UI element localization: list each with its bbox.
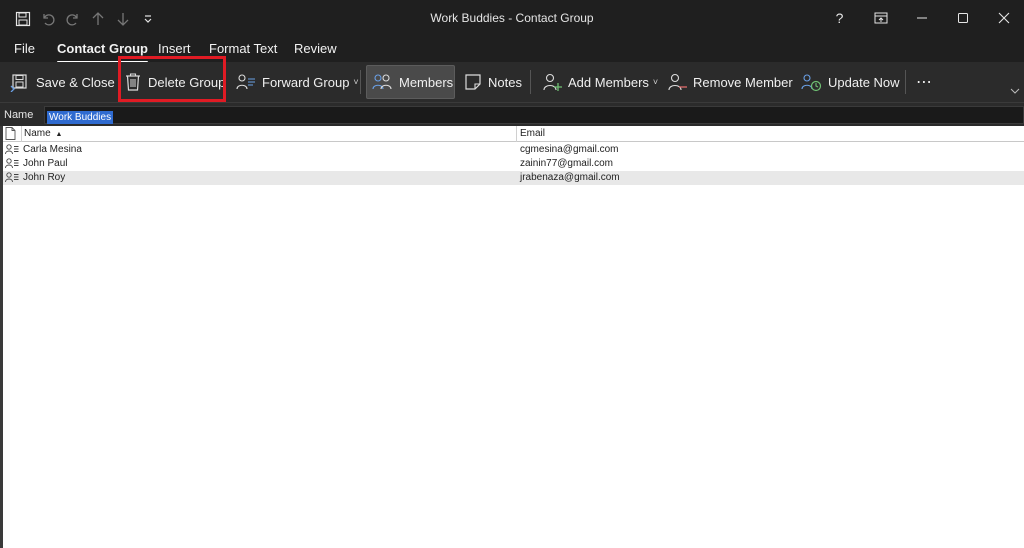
add-members-button[interactable]: Add Members ˅ bbox=[538, 65, 662, 99]
restore-ribbon-icon[interactable] bbox=[860, 0, 901, 36]
ribbon-separator bbox=[905, 70, 906, 94]
update-now-button[interactable]: Update Now bbox=[796, 65, 904, 99]
menu-tabs: File Contact Group Insert Format Text Re… bbox=[0, 36, 1024, 64]
tab-format-text[interactable]: Format Text bbox=[209, 41, 277, 61]
tab-review[interactable]: Review bbox=[294, 41, 337, 61]
members-button[interactable]: Members bbox=[366, 65, 455, 99]
delete-group-label: Delete Group bbox=[148, 74, 226, 90]
forward-group-label: Forward Group bbox=[262, 74, 350, 90]
notes-icon bbox=[465, 74, 481, 90]
add-member-icon bbox=[543, 73, 562, 91]
members-label: Members bbox=[399, 74, 454, 90]
member-email: cgmesina@gmail.com bbox=[520, 144, 619, 155]
ribbon-separator bbox=[360, 70, 361, 94]
trash-icon bbox=[126, 73, 140, 91]
notes-label: Notes bbox=[488, 74, 522, 90]
table-row[interactable]: Carla Mesina cgmesina@gmail.com bbox=[3, 143, 1024, 157]
name-input[interactable]: Work Buddies bbox=[44, 106, 1024, 124]
delete-group-button[interactable]: Delete Group bbox=[120, 65, 229, 99]
save-close-button[interactable]: Save & Close bbox=[6, 65, 119, 99]
members-list: Name ▲ Email Carla Mesina cgmesina@gmail… bbox=[0, 126, 1024, 548]
add-members-label: Add Members bbox=[568, 74, 649, 90]
remove-member-label: Remove Member bbox=[693, 74, 793, 90]
chevron-down-icon: ˅ bbox=[353, 77, 359, 87]
close-icon[interactable] bbox=[983, 0, 1024, 36]
chevron-down-icon: ˅ bbox=[652, 77, 659, 87]
member-name: John Roy bbox=[23, 172, 66, 183]
maximize-icon[interactable] bbox=[942, 0, 983, 36]
minimize-icon[interactable] bbox=[901, 0, 942, 36]
column-name-label: Name bbox=[24, 128, 51, 139]
column-header-name[interactable]: Name ▲ bbox=[21, 126, 62, 142]
sort-ascending-icon: ▲ bbox=[55, 131, 63, 138]
document-icon[interactable] bbox=[5, 127, 16, 143]
contact-icon bbox=[5, 172, 19, 188]
help-button[interactable]: ? bbox=[819, 0, 860, 36]
member-email: jrabenaza@gmail.com bbox=[520, 172, 620, 183]
member-name: John Paul bbox=[23, 158, 68, 169]
remove-member-button[interactable]: Remove Member bbox=[663, 65, 797, 99]
tab-contact-group[interactable]: Contact Group bbox=[57, 41, 148, 64]
name-label: Name bbox=[4, 109, 34, 121]
title-bar: Work Buddies - Contact Group ? bbox=[0, 0, 1024, 36]
ribbon: Save & Close Delete Group Forward Group … bbox=[0, 62, 1024, 102]
update-now-icon bbox=[801, 74, 822, 92]
more-icon: ⋯ bbox=[916, 74, 932, 91]
list-header: Name ▲ Email bbox=[3, 126, 1024, 142]
name-input-value: Work Buddies bbox=[47, 111, 114, 124]
more-options-button[interactable]: ⋯ bbox=[912, 65, 936, 99]
window-controls: ? bbox=[819, 0, 1024, 36]
save-close-icon bbox=[10, 74, 27, 92]
tab-insert[interactable]: Insert bbox=[158, 41, 191, 61]
tab-file[interactable]: File bbox=[14, 41, 35, 61]
name-row: Name Work Buddies bbox=[0, 102, 1024, 126]
update-now-label: Update Now bbox=[828, 74, 900, 90]
table-row[interactable]: John Roy jrabenaza@gmail.com bbox=[3, 171, 1024, 185]
chevron-down-icon[interactable] bbox=[1010, 86, 1020, 97]
remove-member-icon bbox=[668, 73, 687, 91]
member-name: Carla Mesina bbox=[23, 144, 82, 155]
members-icon bbox=[372, 74, 392, 90]
column-header-email[interactable]: Email bbox=[516, 126, 545, 142]
member-email: zainin77@gmail.com bbox=[520, 158, 613, 169]
table-row[interactable]: John Paul zainin77@gmail.com bbox=[3, 157, 1024, 171]
ribbon-separator bbox=[530, 70, 531, 94]
forward-group-icon bbox=[236, 74, 255, 90]
forward-group-button[interactable]: Forward Group ˅ bbox=[232, 65, 363, 99]
notes-button[interactable]: Notes bbox=[460, 65, 526, 99]
save-close-label: Save & Close bbox=[36, 74, 115, 90]
